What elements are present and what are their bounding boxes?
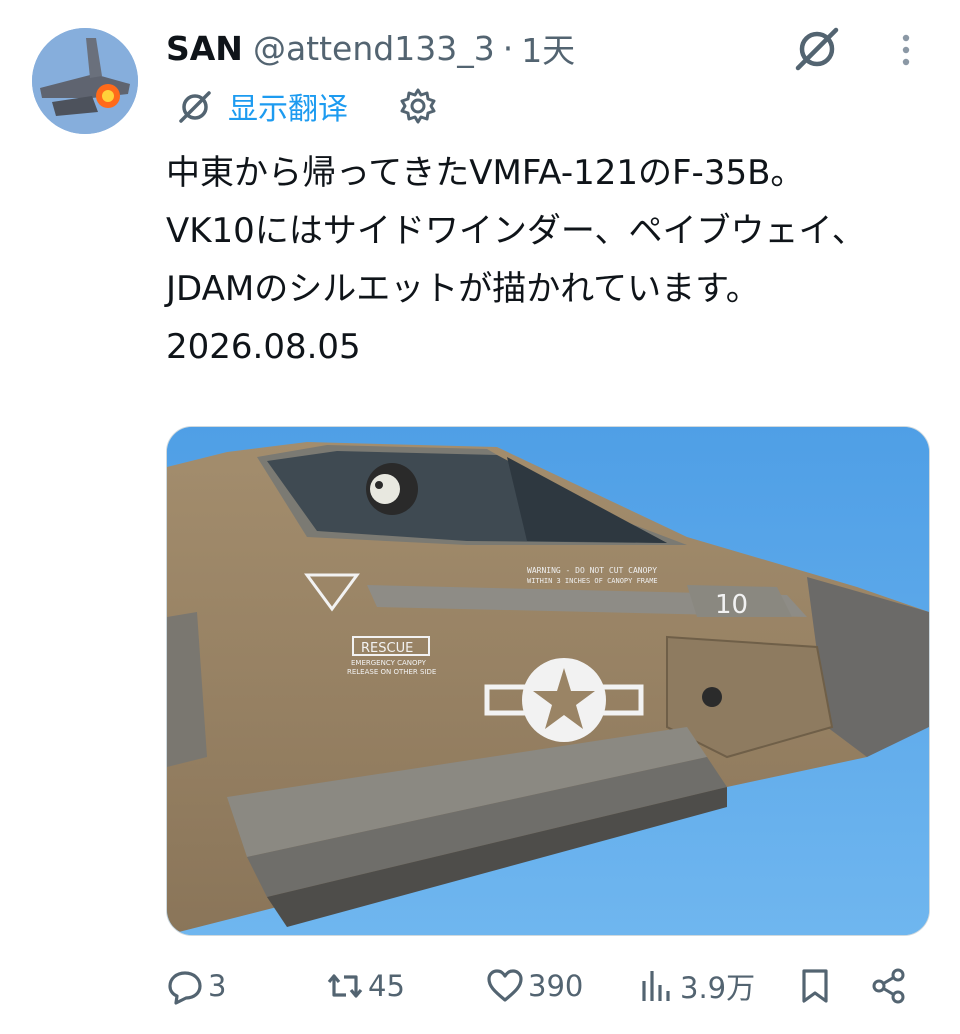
tweet-text: 中東から帰ってきたVMFA-121のF-35B。 VK10にはサイドワインダー、… <box>166 144 926 376</box>
tweet-photo[interactable]: 10 WARNING - DO NOT CUT CANOPY WITHIN 3 … <box>166 426 930 936</box>
retweet-count: 45 <box>368 969 405 1003</box>
author-handle[interactable]: @attend133_3 <box>253 29 495 68</box>
gear-icon[interactable] <box>398 86 438 126</box>
tweet-header: SAN @attend133_3 · 1天 <box>166 22 575 74</box>
warning-text: WARNING - DO NOT CUT CANOPY <box>527 566 657 575</box>
views-count: 3.9万 <box>680 971 756 1005</box>
bookmark-icon <box>802 969 828 1003</box>
more-vertical-icon[interactable] <box>888 30 924 74</box>
tweet-date: 2026.08.05 <box>166 327 361 367</box>
views-icon <box>642 971 670 1001</box>
reply-count: 3 <box>208 969 227 1003</box>
f35b-photo: 10 WARNING - DO NOT CUT CANOPY WITHIN 3 … <box>167 427 929 935</box>
heart-icon <box>487 969 523 1002</box>
translate-icon <box>179 91 211 123</box>
author-name[interactable]: SAN <box>166 29 243 68</box>
aircraft-number: 10 <box>715 590 748 620</box>
like-button[interactable]: 390 <box>486 958 583 1014</box>
tweet-actions: 3 45 390 3.9万 <box>0 958 960 1014</box>
bookmark-button[interactable] <box>796 958 834 1014</box>
views-button[interactable]: 3.9万 <box>638 958 755 1014</box>
retweet-button[interactable]: 45 <box>326 958 405 1014</box>
header-separator: · <box>502 28 514 68</box>
avatar-image <box>32 28 138 134</box>
rescue-label: RESCUE <box>361 641 413 656</box>
retweet-icon <box>327 974 363 998</box>
reply-icon <box>168 971 202 1005</box>
warning-text: WITHIN 3 INCHES OF CANOPY FRAME <box>527 577 658 585</box>
show-translation-label: 显示翻译 <box>228 92 348 127</box>
rescue-sub: RELEASE ON OTHER SIDE <box>347 668 436 676</box>
tweet-text-line: VK10にはサイドワインダー、ペイブウェイ、JDAMのシルエットが描かれています… <box>166 211 866 309</box>
tweet-text-line: 中東から帰ってきたVMFA-121のF-35B。 <box>166 153 805 193</box>
reply-button[interactable]: 3 <box>166 958 226 1014</box>
rescue-sub: EMERGENCY CANOPY <box>351 659 427 667</box>
share-button[interactable] <box>870 958 908 1014</box>
share-icon <box>872 968 905 1004</box>
avatar[interactable] <box>32 28 138 134</box>
grok-icon[interactable] <box>792 22 846 76</box>
show-translation-button[interactable]: 显示翻译 <box>176 84 348 128</box>
like-count: 390 <box>528 969 584 1003</box>
tweet-time[interactable]: 1天 <box>521 24 575 72</box>
